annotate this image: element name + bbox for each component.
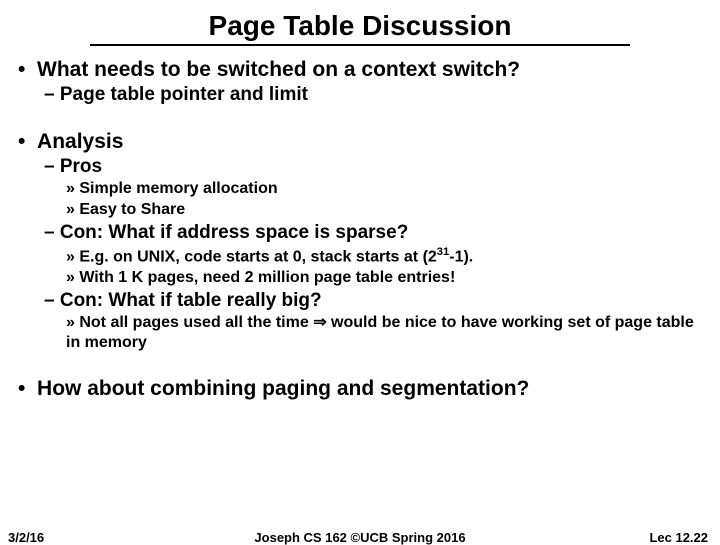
footer-course: Joseph CS 162 ©UCB Spring 2016 <box>0 530 720 545</box>
bullet-level2: – Page table pointer and limit <box>44 84 702 106</box>
bullet-level1: • What needs to be switched on a context… <box>18 58 702 82</box>
bullet-text: Con: What if address space is sparse? <box>60 222 408 243</box>
bullet-level1: • How about combining paging and segment… <box>18 377 702 401</box>
bullet-level3: » Not all pages used all the time ⇒ woul… <box>66 313 702 353</box>
footer-lecture: Lec 12.22 <box>649 530 708 545</box>
bullet-level2: – Con: What if address space is sparse? <box>44 222 702 244</box>
bullet-level3: » Simple memory allocation <box>66 179 702 199</box>
slide: Page Table Discussion • What needs to be… <box>0 0 720 540</box>
bullet-text: E.g. on UNIX, code starts at 0, stack st… <box>79 248 436 265</box>
bullet-level3: » Easy to Share <box>66 200 702 220</box>
bullet-text: With 1 K pages, need 2 million page tabl… <box>79 269 455 286</box>
spacer <box>18 353 702 371</box>
implies-symbol: ⇒ <box>313 314 326 331</box>
bullet-text: Easy to Share <box>79 201 185 218</box>
bullet-text: How about combining paging and segmentat… <box>37 377 529 400</box>
bullet-text: Analysis <box>37 130 123 153</box>
bullet-level3: » E.g. on UNIX, code starts at 0, stack … <box>66 245 702 267</box>
bullet-text: Not all pages used all the time <box>79 314 313 331</box>
title-underline <box>90 44 630 46</box>
bullet-text: What needs to be switched on a context s… <box>37 58 520 81</box>
bullet-level2: – Pros <box>44 156 702 178</box>
bullet-level2: – Con: What if table really big? <box>44 290 702 312</box>
bullet-text: Page table pointer and limit <box>60 84 308 105</box>
slide-title: Page Table Discussion <box>18 10 702 42</box>
bullet-level1: • Analysis <box>18 130 702 154</box>
bullet-level3: » With 1 K pages, need 2 million page ta… <box>66 268 702 288</box>
bullet-text: Pros <box>60 156 102 177</box>
bullet-text: Simple memory allocation <box>79 180 277 197</box>
spacer <box>18 106 702 124</box>
bullet-text: -1). <box>449 248 473 265</box>
bullet-text: Con: What if table really big? <box>60 290 322 311</box>
superscript: 31 <box>437 246 449 258</box>
